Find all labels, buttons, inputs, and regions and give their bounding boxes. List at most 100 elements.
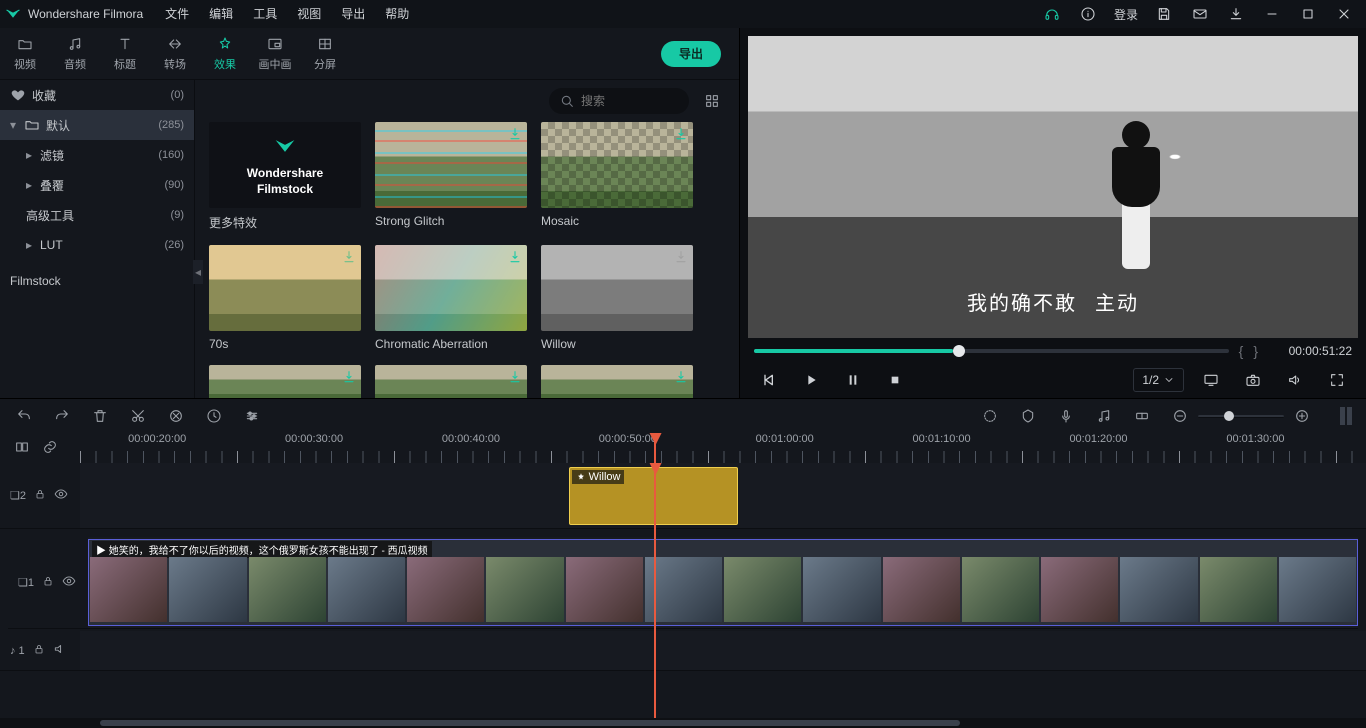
crop-icon[interactable]	[166, 406, 186, 426]
preview-scrubber[interactable]: { } 00:00:51:22	[740, 340, 1366, 362]
timeline-scrollbar[interactable]	[0, 718, 1366, 728]
info-icon[interactable]	[1070, 0, 1106, 28]
undo-icon[interactable]	[14, 406, 34, 426]
sidebar-item-filters[interactable]: ▸滤镜(160)	[0, 140, 194, 170]
eye-icon[interactable]	[62, 574, 76, 591]
search-field[interactable]	[581, 94, 671, 108]
tab-split[interactable]: 分屏	[300, 28, 350, 80]
mail-icon[interactable]	[1182, 0, 1218, 28]
track-fx: ❏2 Willow	[0, 463, 1366, 529]
display-icon[interactable]	[1196, 365, 1226, 395]
pause-button[interactable]	[838, 365, 868, 395]
tab-video[interactable]: 视频	[0, 28, 50, 80]
zoom-in-icon[interactable]	[1292, 406, 1312, 426]
timeline-ruler[interactable]: 00:00:20:0000:00:30:0000:00:40:0000:00:5…	[80, 433, 1366, 463]
titlebar-actions: 登录	[1034, 0, 1362, 28]
audio-meter	[1340, 407, 1352, 425]
ruler-label: 00:01:00:00	[756, 433, 814, 445]
adjust-icon[interactable]	[242, 406, 262, 426]
effect-card[interactable]: Strong Glitch	[375, 122, 527, 231]
tab-title[interactable]: 标题	[100, 28, 150, 80]
folder-icon	[24, 117, 40, 133]
tab-pip[interactable]: 画中画	[250, 28, 300, 80]
split-icon	[316, 35, 334, 53]
sidebar-item-lut[interactable]: ▸LUT(26)	[0, 230, 194, 260]
stop-button[interactable]	[880, 365, 910, 395]
cut-icon[interactable]	[128, 406, 148, 426]
lock-icon[interactable]	[42, 575, 54, 590]
sidebar-item-advanced[interactable]: 高级工具(9)	[0, 200, 194, 230]
clip-mode-icon[interactable]	[14, 439, 30, 458]
timeline-zoom[interactable]	[1170, 406, 1312, 426]
keyframe-icon[interactable]	[1132, 406, 1152, 426]
zoom-ratio[interactable]: 1/2	[1133, 368, 1184, 392]
volume-icon[interactable]	[1280, 365, 1310, 395]
effect-card[interactable]: Mosaic	[541, 122, 693, 231]
preview-video[interactable]: 我的确不敢主动	[748, 36, 1358, 338]
effect-card[interactable]	[375, 365, 527, 398]
speaker-icon[interactable]	[53, 642, 67, 659]
save-icon[interactable]	[1146, 0, 1182, 28]
download-icon[interactable]	[1218, 0, 1254, 28]
sidebar-item-favorites[interactable]: 收藏(0)	[0, 80, 194, 110]
effect-card[interactable]: Chromatic Aberration	[375, 245, 527, 351]
tab-transition[interactable]: 转场	[150, 28, 200, 80]
effect-card[interactable]	[209, 365, 361, 398]
tab-audio[interactable]: 音频	[50, 28, 100, 80]
prev-frame-button[interactable]	[754, 365, 784, 395]
library-panel: 视频 音频 标题 转场 效果 画中画 分屏 导出 收藏(0) ▾默认(285) …	[0, 28, 740, 398]
ruler-label: 00:01:20:00	[1069, 433, 1127, 445]
voiceover-icon[interactable]	[1056, 406, 1076, 426]
effect-card[interactable]: Willow	[541, 245, 693, 351]
music-icon	[66, 35, 84, 53]
sidebar-item-default[interactable]: ▾默认(285)	[0, 110, 194, 140]
lock-icon[interactable]	[33, 643, 45, 658]
effect-card[interactable]	[541, 365, 693, 398]
audio-sync-icon[interactable]	[1094, 406, 1114, 426]
menu-tools[interactable]: 工具	[243, 0, 287, 28]
menu-edit[interactable]: 编辑	[199, 0, 243, 28]
maximize-button[interactable]	[1290, 0, 1326, 28]
app-logo	[4, 5, 22, 23]
clip-video-main[interactable]: ▶ 她笑的，我给不了你以后的视频，这个俄罗斯女孩不能出现了 - 西瓜视频	[88, 539, 1358, 626]
snapshot-icon[interactable]	[1238, 365, 1268, 395]
menu-export[interactable]: 导出	[331, 0, 375, 28]
effect-card[interactable]: WondershareFilmstock更多特效	[209, 122, 361, 231]
lock-icon[interactable]	[34, 488, 46, 503]
menu-file[interactable]: 文件	[155, 0, 199, 28]
delete-icon[interactable]	[90, 406, 110, 426]
sidebar-collapse-handle[interactable]: ◂	[193, 260, 203, 284]
clip-video-title: ▶ 她笑的，我给不了你以后的视频，这个俄罗斯女孩不能出现了 - 西瓜视频	[92, 541, 432, 558]
ruler-label: 00:00:50:00	[599, 433, 657, 445]
color-icon[interactable]	[980, 406, 1000, 426]
grid-view-icon[interactable]	[699, 88, 725, 114]
play-button[interactable]	[796, 365, 826, 395]
download-badge-icon	[341, 369, 357, 388]
playhead[interactable]	[654, 463, 656, 718]
text-icon	[116, 35, 134, 53]
speed-icon[interactable]	[204, 406, 224, 426]
export-button[interactable]: 导出	[661, 41, 721, 67]
support-icon[interactable]	[1034, 0, 1070, 28]
mark-in-icon[interactable]: {	[1239, 343, 1244, 359]
playhead[interactable]	[654, 433, 656, 463]
effect-card[interactable]: 70s	[209, 245, 361, 351]
fullscreen-icon[interactable]	[1322, 365, 1352, 395]
menu-help[interactable]: 帮助	[375, 0, 419, 28]
tab-effects[interactable]: 效果	[200, 28, 250, 80]
sidebar-item-filmstock[interactable]: Filmstock	[0, 266, 194, 296]
zoom-out-icon[interactable]	[1170, 406, 1190, 426]
search-icon	[559, 93, 575, 109]
track-video-label: ❏1	[18, 576, 34, 589]
close-button[interactable]	[1326, 0, 1362, 28]
login-button[interactable]: 登录	[1106, 0, 1146, 28]
marker-icon[interactable]	[1018, 406, 1038, 426]
mark-out-icon[interactable]: }	[1253, 343, 1258, 359]
minimize-button[interactable]	[1254, 0, 1290, 28]
menu-view[interactable]: 视图	[287, 0, 331, 28]
sidebar-item-overlays[interactable]: ▸叠覆(90)	[0, 170, 194, 200]
eye-icon[interactable]	[54, 487, 68, 504]
redo-icon[interactable]	[52, 406, 72, 426]
search-input[interactable]	[549, 88, 689, 114]
link-icon[interactable]	[42, 439, 58, 458]
